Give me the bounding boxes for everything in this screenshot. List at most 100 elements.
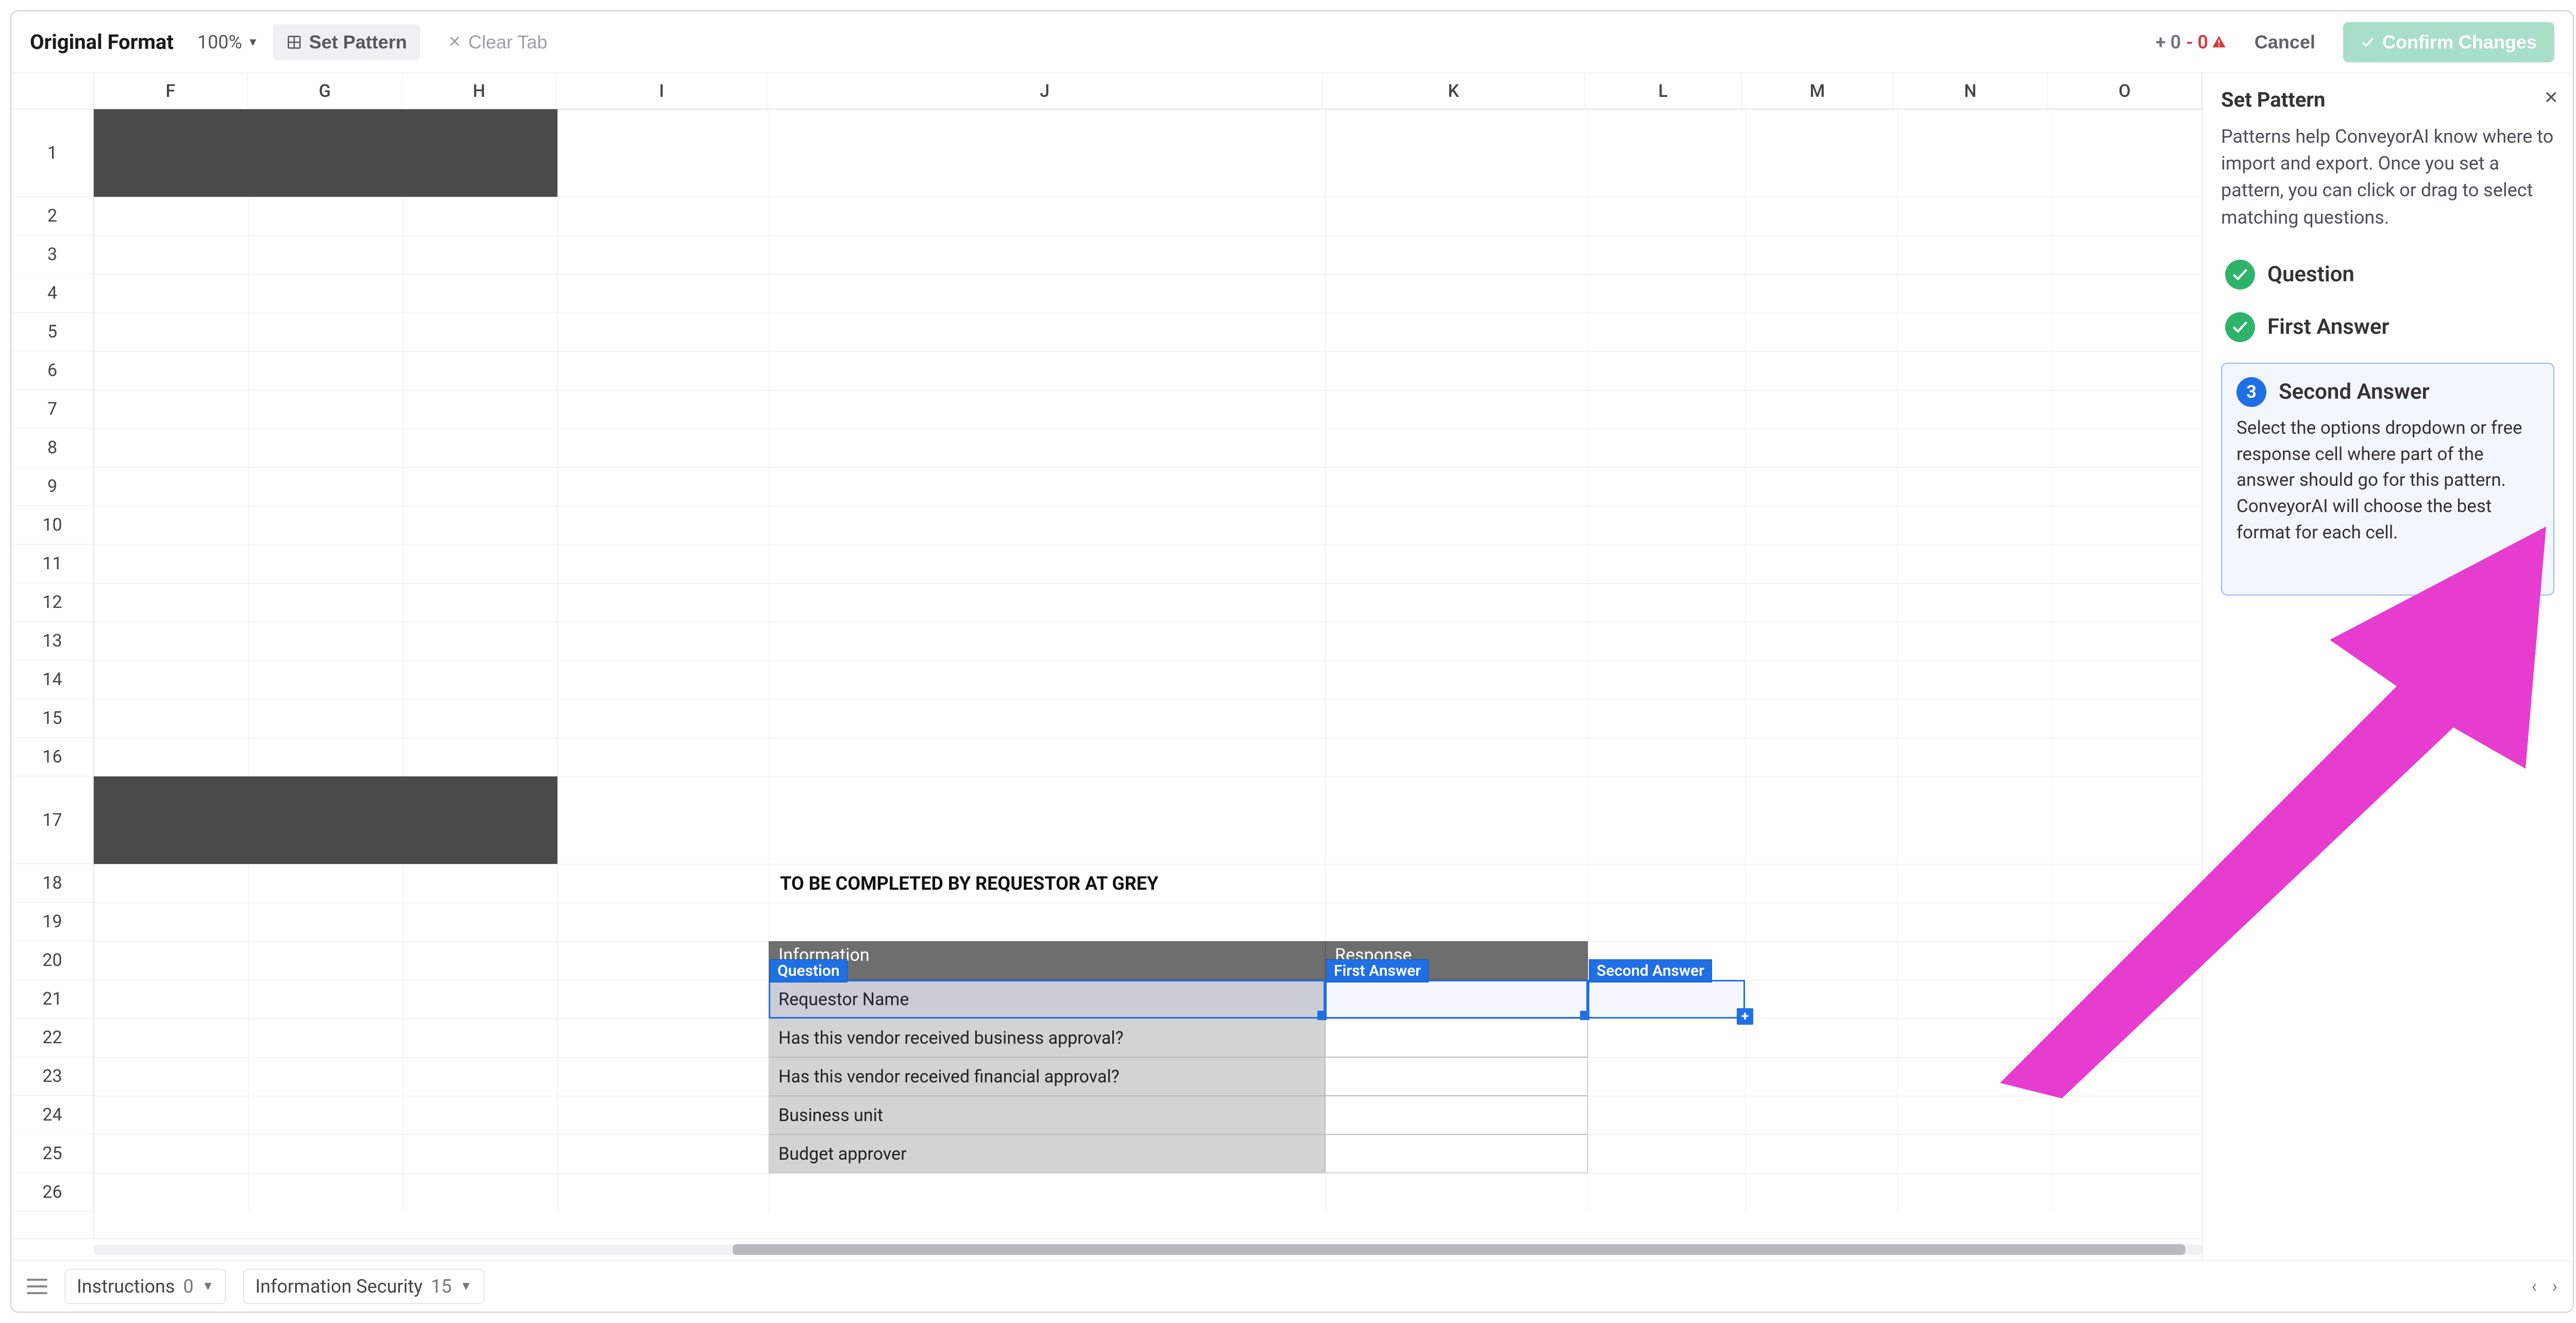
response-cell-24[interactable] [1325, 1096, 1588, 1134]
cells-canvas[interactable]: TO BE COMPLETED BY REQUESTOR AT GREY Inf… [94, 109, 2202, 1212]
added-count: + 0 [2156, 31, 2181, 53]
arrow-right-icon: → [2520, 559, 2539, 581]
tab-name: Instructions [77, 1276, 175, 1297]
row-head-3[interactable]: 3 [11, 235, 93, 274]
set-pattern-button[interactable]: Set Pattern [273, 24, 420, 60]
tab-name: Information Security [255, 1276, 422, 1297]
next-sheet-button[interactable]: › [2552, 1276, 2557, 1297]
row-head-25[interactable]: 25 [11, 1134, 93, 1173]
row-head-7[interactable]: 7 [11, 390, 93, 429]
row-head-6[interactable]: 6 [11, 351, 93, 390]
row-head-1[interactable]: 1 [11, 109, 93, 197]
horizontal-scrollbar[interactable] [11, 1239, 2202, 1260]
row-head-5[interactable]: 5 [11, 313, 93, 351]
row-head-21[interactable]: 21 [11, 980, 93, 1019]
plus-icon[interactable]: + [1737, 1008, 1753, 1025]
change-counts: + 0 - 0 [2156, 31, 2227, 53]
warning-icon [2211, 35, 2227, 50]
row-head-16[interactable]: 16 [11, 738, 93, 776]
row-head-19[interactable]: 19 [11, 903, 93, 941]
tag-first-answer: First Answer [1326, 959, 1429, 982]
set-pattern-label: Set Pattern [309, 31, 407, 53]
col-head-H[interactable]: H [402, 73, 556, 109]
response-cell-25[interactable] [1325, 1134, 1588, 1173]
zoom-value: 100% [197, 31, 242, 53]
spreadsheet-area: F G H I J K L M N O 12345678910111213141… [11, 73, 2202, 1260]
question-cell-23[interactable]: Has this vendor received financial appro… [769, 1057, 1325, 1096]
sheets-menu-button[interactable] [27, 1279, 47, 1294]
question-cell-22[interactable]: Has this vendor received business approv… [769, 1019, 1325, 1057]
sheet-tab-instructions[interactable]: Instructions 0 ▼ [65, 1269, 226, 1304]
tab-count: 0 [183, 1276, 193, 1297]
step-second-answer: 3 Second Answer [2236, 377, 2539, 415]
col-head-G[interactable]: G [248, 73, 402, 109]
row-head-11[interactable]: 11 [11, 545, 93, 583]
scroll-thumb[interactable] [733, 1244, 2185, 1255]
redacted-block-1 [94, 109, 557, 197]
skip-label: Skip [2478, 559, 2514, 581]
side-panel-title: Set Pattern [2221, 88, 2554, 112]
row-head-13[interactable]: 13 [11, 622, 93, 660]
bottom-bar: Instructions 0 ▼ Information Security 15… [11, 1260, 2573, 1312]
col-head-N[interactable]: N [1893, 73, 2047, 109]
chevron-down-icon: ▼ [247, 36, 259, 49]
confirm-changes-button[interactable]: Confirm Changes [2343, 22, 2554, 62]
response-cell-22[interactable] [1325, 1019, 1588, 1057]
step-question-label: Question [2267, 262, 2354, 287]
confirm-label: Confirm Changes [2382, 31, 2537, 53]
cancel-button[interactable]: Cancel [2241, 24, 2329, 60]
response-cell-23[interactable] [1325, 1057, 1588, 1096]
col-head-J[interactable]: J [767, 73, 1323, 109]
prev-sheet-button[interactable]: ‹ [2532, 1276, 2537, 1297]
row-head-23[interactable]: 23 [11, 1057, 93, 1096]
sheet-nav: ‹ › [2532, 1276, 2557, 1297]
row-head-17[interactable]: 17 [11, 776, 93, 864]
row-head-2[interactable]: 2 [11, 197, 93, 235]
row-head-10[interactable]: 10 [11, 506, 93, 545]
skip-button[interactable]: Skip → [2236, 559, 2539, 581]
col-head-M[interactable]: M [1742, 73, 1893, 109]
row-headers: 1234567891011121314151617181920212223242… [11, 109, 94, 1239]
col-head-L[interactable]: L [1585, 73, 1741, 109]
clear-tab-button[interactable]: ✕ Clear Tab [435, 24, 561, 60]
page-title: Original Format [30, 30, 174, 54]
side-panel-description: Patterns help ConveyorAI know where to i… [2221, 123, 2554, 231]
grid-icon [286, 35, 302, 50]
question-cell-25[interactable]: Budget approver [769, 1134, 1325, 1173]
row-head-4[interactable]: 4 [11, 274, 93, 313]
corner-cell [11, 73, 94, 109]
zoom-dropdown[interactable]: 100% ▼ [197, 31, 259, 53]
header-information: Information [769, 941, 1325, 980]
selection-first-answer [1325, 980, 1588, 1019]
selection-question [769, 980, 1325, 1019]
check-icon [2361, 35, 2375, 49]
side-panel: Set Pattern ✕ Patterns help ConveyorAI k… [2202, 73, 2573, 1260]
step-question: Question [2221, 248, 2554, 301]
row-head-24[interactable]: 24 [11, 1096, 93, 1134]
col-head-F[interactable]: F [94, 73, 248, 109]
question-cell-24[interactable]: Business unit [769, 1096, 1325, 1134]
col-head-I[interactable]: I [556, 73, 767, 109]
row-head-15[interactable]: 15 [11, 699, 93, 738]
row-head-26[interactable]: 26 [11, 1173, 93, 1212]
row-head-18[interactable]: 18 [11, 864, 93, 903]
row-head-22[interactable]: 22 [11, 1019, 93, 1057]
column-headers: F G H I J K L M N O [11, 73, 2202, 109]
row-head-8[interactable]: 8 [11, 429, 93, 467]
col-head-O[interactable]: O [2048, 73, 2202, 109]
row-head-9[interactable]: 9 [11, 467, 93, 506]
row-head-12[interactable]: 12 [11, 583, 93, 622]
close-icon: ✕ [448, 33, 461, 51]
sheet-tab-information-security[interactable]: Information Security 15 ▼ [243, 1269, 484, 1304]
tag-question: Question [770, 959, 848, 982]
col-head-K[interactable]: K [1323, 73, 1585, 109]
row-head-20[interactable]: 20 [11, 941, 93, 980]
chevron-down-icon: ▼ [202, 1279, 214, 1294]
top-toolbar: Original Format 100% ▼ Set Pattern ✕ Cle… [11, 11, 2573, 73]
close-panel-button[interactable]: ✕ [2544, 88, 2559, 108]
row-head-14[interactable]: 14 [11, 660, 93, 699]
cancel-label: Cancel [2255, 31, 2315, 53]
clear-tab-label: Clear Tab [468, 31, 547, 53]
selection-second-answer [1588, 980, 1745, 1019]
removed-count: - 0 [2186, 31, 2227, 53]
